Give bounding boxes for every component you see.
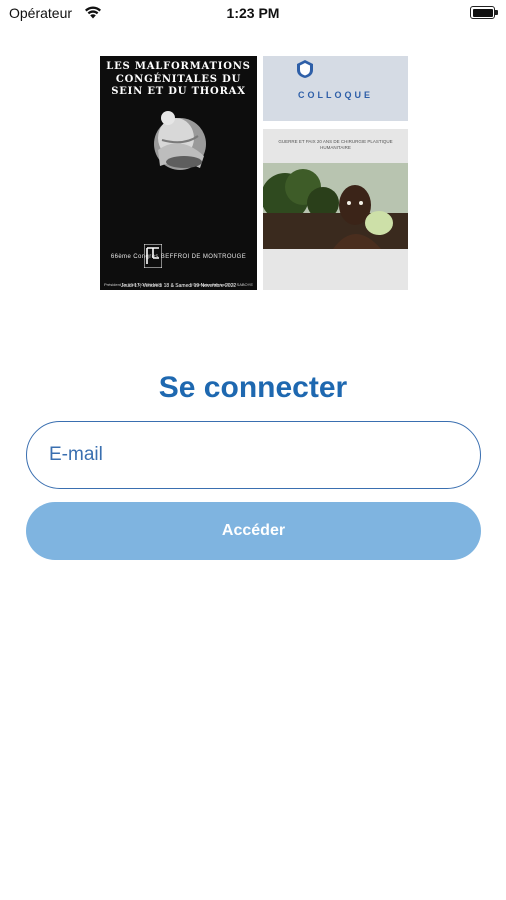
email-field[interactable] xyxy=(26,421,481,489)
poster-title: LES MALFORMATIONS CONGÉNITALES DU SEIN E… xyxy=(106,61,251,97)
child-photo xyxy=(263,163,408,249)
congress-poster: LES MALFORMATIONS CONGÉNITALES DU SEIN E… xyxy=(100,56,257,290)
poster-secretary: Secrétaire Général Dr J. SABOYE xyxy=(192,282,253,287)
clock: 1:23 PM xyxy=(226,5,280,21)
colloque-heading: COLLOQUE xyxy=(298,90,373,100)
battery-icon xyxy=(470,6,498,19)
humanitarian-heading: GUERRE ET PAIX 20 ANS DE CHIRURGIE PLAST… xyxy=(278,139,393,150)
poster-congress: 66ème Congrès BEFFROI DE MONTROUGE xyxy=(110,254,247,260)
poster-president: Président Dr S. de MORTILLET xyxy=(104,282,161,287)
colloque-poster: COLLOQUE xyxy=(263,56,408,121)
page-title: Se connecter xyxy=(158,371,348,404)
society-emblem xyxy=(297,60,313,78)
statue-image xyxy=(154,111,206,170)
submit-button[interactable]: Accéder xyxy=(26,502,481,560)
humanitarian-poster: GUERRE ET PAIX 20 ANS DE CHIRURGIE PLAST… xyxy=(263,129,408,290)
status-bar: Opérateur 1:23 PM xyxy=(0,0,506,26)
